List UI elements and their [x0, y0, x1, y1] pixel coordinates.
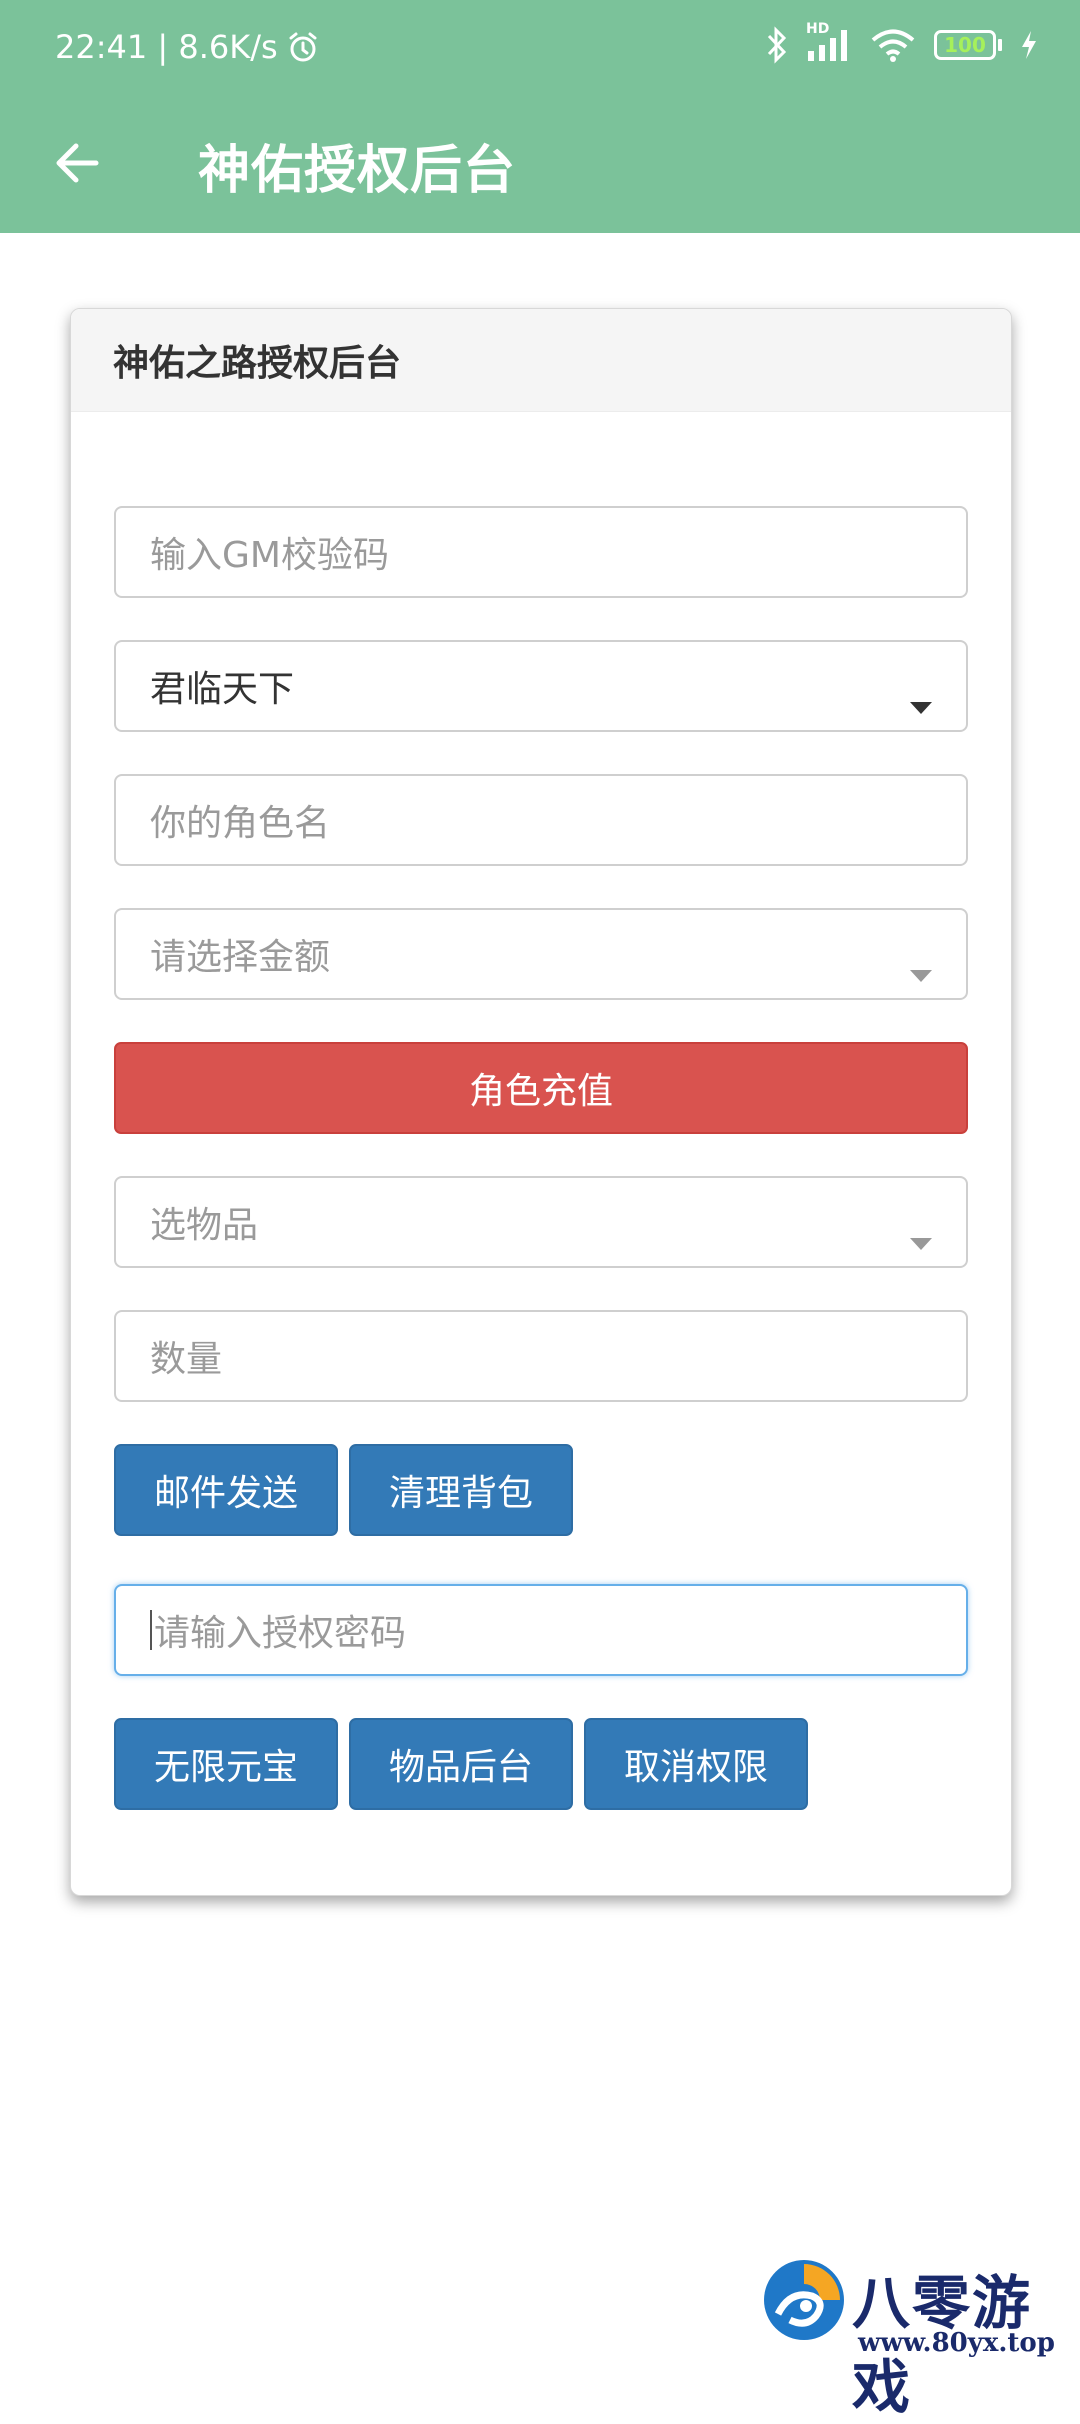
panel-title: 神佑之路授权后台	[71, 309, 1011, 412]
watermark: 八零游戏 www.80yx.top	[760, 2250, 1060, 2421]
charging-icon	[1020, 30, 1038, 60]
quantity-input[interactable]: 数量	[114, 1310, 968, 1402]
alarm-clock-icon	[286, 30, 320, 64]
auth-password-placeholder: 请输入授权密码	[154, 1613, 407, 1654]
recharge-button[interactable]: 角色充值	[114, 1042, 968, 1134]
revoke-permission-button[interactable]: 取消权限	[584, 1718, 808, 1810]
amount-select-placeholder: 请选择金额	[150, 937, 331, 978]
app-title: 神佑授权后台	[198, 141, 517, 201]
watermark-url: www.80yx.top	[858, 2328, 1055, 2358]
network-badge: HD	[806, 21, 830, 37]
gm-code-input[interactable]: 输入GM校验码	[114, 506, 968, 598]
dropdown-caret-icon	[910, 1218, 932, 1259]
unlimited-gold-button[interactable]: 无限元宝	[114, 1718, 338, 1810]
item-select[interactable]: 选物品	[114, 1176, 968, 1268]
status-bar: 22:41 | 8.6K/s HD 100	[0, 0, 1080, 100]
server-select[interactable]: 君临天下	[114, 640, 968, 732]
item-select-placeholder: 选物品	[150, 1205, 259, 1246]
role-name-placeholder: 你的角色名	[150, 803, 331, 844]
watermark-logo-icon	[760, 2250, 848, 2354]
wifi-icon	[870, 27, 916, 63]
dropdown-caret-icon	[910, 682, 932, 723]
role-name-input[interactable]: 你的角色名	[114, 774, 968, 866]
status-time-speed: 22:41 | 8.6K/s	[55, 28, 278, 66]
item-backend-button[interactable]: 物品后台	[349, 1718, 573, 1810]
app-bar: 神佑授权后台	[0, 100, 1080, 233]
auth-panel: 神佑之路授权后台 输入GM校验码 君临天下 你的角色名 请选择金额 角色充值 选…	[70, 308, 1012, 1896]
amount-select[interactable]: 请选择金额	[114, 908, 968, 1000]
mail-send-button[interactable]: 邮件发送	[114, 1444, 338, 1536]
back-arrow-icon[interactable]	[52, 138, 102, 192]
text-cursor	[150, 1610, 152, 1650]
quantity-placeholder: 数量	[150, 1339, 223, 1380]
clear-bag-button[interactable]: 清理背包	[349, 1444, 573, 1536]
auth-password-input[interactable]: 请输入授权密码	[114, 1584, 968, 1676]
bluetooth-icon	[766, 26, 788, 64]
battery-icon: 100	[934, 30, 1002, 60]
signal-icon: HD	[806, 21, 852, 63]
top-bar: 22:41 | 8.6K/s HD 100 神佑授权后台	[0, 0, 1080, 233]
server-select-value: 君临天下	[150, 669, 295, 710]
dropdown-caret-icon	[910, 950, 932, 991]
battery-level: 100	[934, 30, 996, 60]
gm-code-placeholder: 输入GM校验码	[150, 535, 389, 576]
